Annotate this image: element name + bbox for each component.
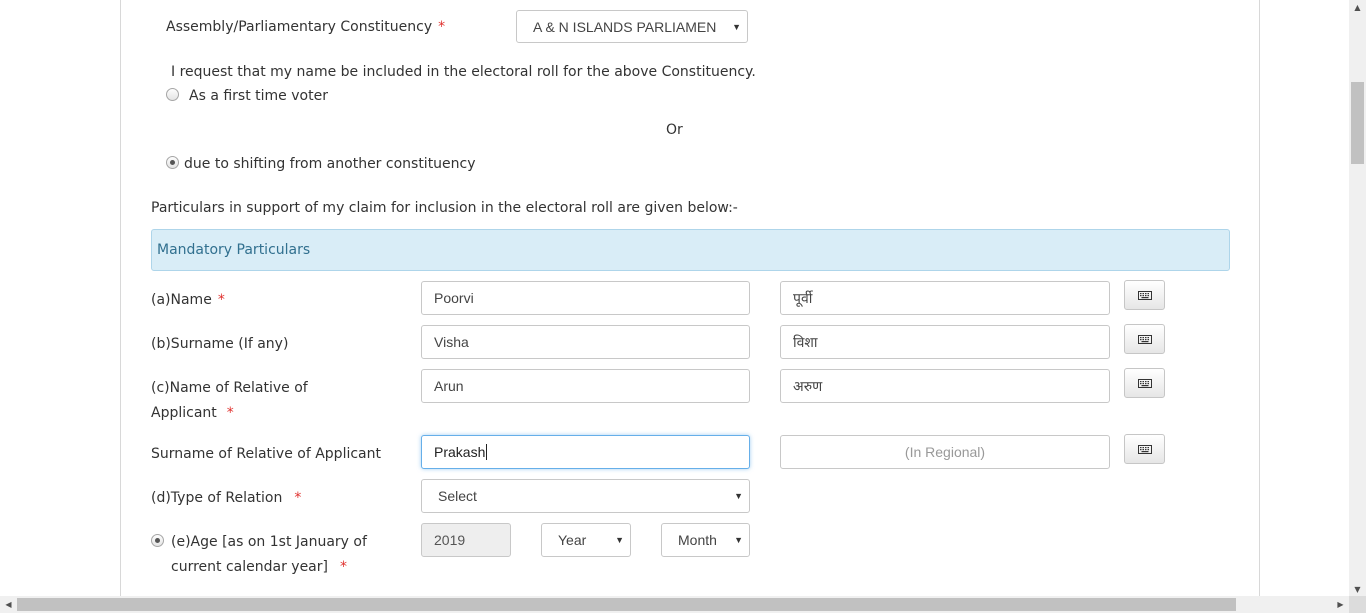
keyboard-icon (1137, 334, 1152, 344)
shifting-radio[interactable] (166, 156, 179, 169)
first-time-voter-radio[interactable] (166, 88, 179, 101)
relation-type-select[interactable]: Select ▼ (421, 479, 750, 513)
chevron-down-icon: ▼ (734, 491, 743, 501)
relative-surname-label: Surname of Relative of Applicant (151, 446, 381, 462)
calendar-year-field: 2019 (421, 523, 511, 557)
age-month-select[interactable]: Month ▼ (661, 523, 750, 557)
horizontal-scrollbar[interactable]: ◀ ▶ (0, 596, 1349, 613)
vertical-scroll-thumb[interactable] (1351, 82, 1364, 164)
scroll-up-arrow-icon[interactable]: ▲ (1349, 0, 1366, 14)
required-marker: * (226, 405, 234, 421)
horizontal-scroll-thumb[interactable] (17, 598, 1236, 611)
relative-name-keyboard-button[interactable] (1124, 368, 1165, 398)
keyboard-icon (1137, 290, 1152, 300)
constituency-label: Assembly/Parliamentary Constituency * (166, 19, 446, 35)
relative-name-label-line2: Applicant * (151, 405, 234, 421)
chevron-down-icon: ▼ (732, 21, 741, 32)
particulars-intro: Particulars in support of my claim for i… (151, 200, 738, 216)
relative-surname-regional-input[interactable]: (In Regional) (780, 435, 1110, 469)
mandatory-particulars-heading: Mandatory Particulars (151, 229, 1230, 271)
scroll-down-arrow-icon[interactable]: ▼ (1349, 582, 1366, 596)
scroll-right-arrow-icon[interactable]: ▶ (1332, 596, 1349, 613)
keyboard-icon (1137, 444, 1152, 454)
text-caret (486, 444, 488, 460)
name-regional-input[interactable]: पूर्वी (780, 281, 1110, 315)
age-year-select[interactable]: Year ▼ (541, 523, 631, 557)
age-radio[interactable] (151, 534, 164, 547)
scroll-left-arrow-icon[interactable]: ◀ (0, 596, 17, 613)
vertical-scrollbar[interactable]: ▲ ▼ (1349, 0, 1366, 596)
scrollbar-corner (1349, 596, 1366, 613)
form-content: Assembly/Parliamentary Constituency * A &… (120, 0, 1260, 596)
or-text: Or (666, 122, 683, 138)
required-marker: * (294, 490, 302, 506)
relative-name-label-line1: (c)Name of Relative of (151, 380, 308, 396)
age-label-line1: (e)Age [as on 1st January of (171, 534, 367, 550)
age-label-line2: current calendar year] * (171, 559, 347, 575)
constituency-select[interactable]: A & N ISLANDS PARLIAMEN ▼ (516, 10, 748, 43)
first-time-voter-label: As a first time voter (189, 88, 328, 104)
surname-keyboard-button[interactable] (1124, 324, 1165, 354)
required-marker: * (438, 19, 446, 35)
chevron-down-icon: ▼ (615, 535, 624, 545)
relative-surname-keyboard-button[interactable] (1124, 434, 1165, 464)
chevron-down-icon: ▼ (734, 535, 743, 545)
surname-label: (b)Surname (If any) (151, 336, 289, 352)
name-input[interactable]: Poorvi (421, 281, 750, 315)
relative-name-regional-input[interactable]: अरुण (780, 369, 1110, 403)
keyboard-icon (1137, 378, 1152, 388)
surname-input[interactable]: Visha (421, 325, 750, 359)
shifting-label: due to shifting from another constituenc… (184, 156, 476, 172)
relative-surname-input[interactable]: Prakash (421, 435, 750, 469)
relative-name-input[interactable]: Arun (421, 369, 750, 403)
surname-regional-input[interactable]: विशा (780, 325, 1110, 359)
name-label: (a)Name * (151, 292, 225, 308)
request-text: I request that my name be included in th… (171, 64, 756, 80)
required-marker: * (339, 559, 347, 575)
relation-type-label: (d)Type of Relation * (151, 490, 302, 506)
name-keyboard-button[interactable] (1124, 280, 1165, 310)
required-marker: * (217, 292, 225, 308)
